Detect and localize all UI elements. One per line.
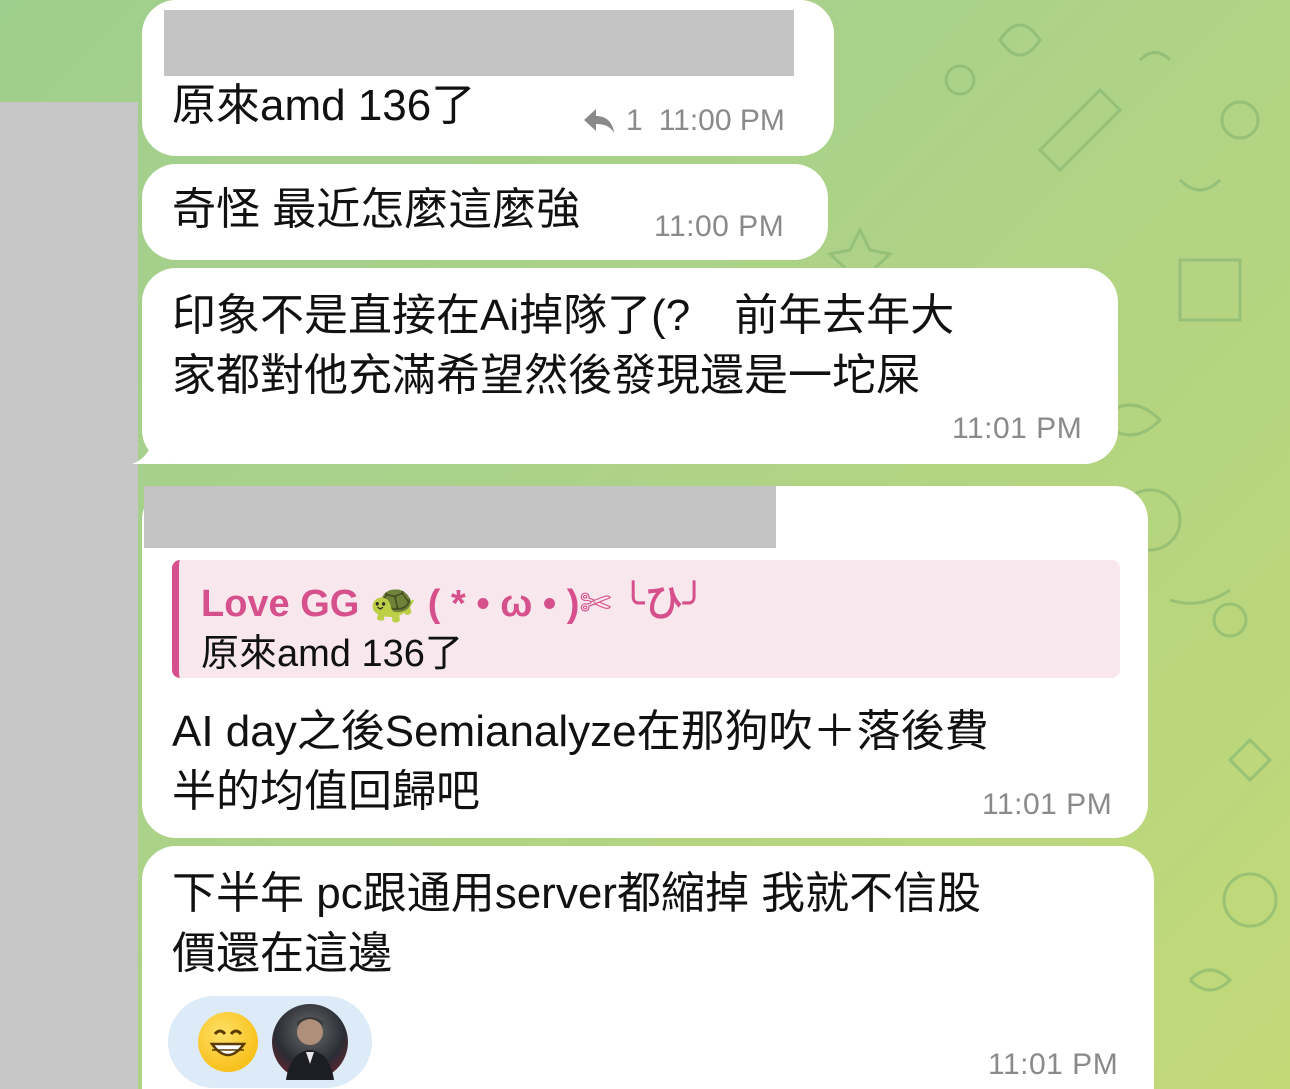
reactor-avatar[interactable]	[272, 1004, 348, 1080]
message-text: 奇怪 最近怎麼這麼強	[172, 185, 581, 234]
reactions-bar[interactable]	[168, 996, 372, 1088]
message-bubble[interactable]: 印象不是直接在Ai掉隊了(? 前年去年大 家都對他充滿希望然後發現還是一坨屎 1…	[142, 268, 1118, 464]
grinning-face-icon	[209, 1029, 247, 1057]
message-text: 印象不是直接在Ai掉隊了(? 前年去年大 家都對他充滿希望然後發現還是一坨屎	[172, 291, 955, 400]
redacted-avatar-column	[0, 102, 138, 1089]
message-bubble[interactable]: 奇怪 最近怎麼這麼強 11:00 PM	[142, 164, 828, 260]
message-time: 11:01 PM	[952, 412, 1083, 445]
message-text: 原來amd 136了	[172, 81, 476, 130]
message-time: 11:00 PM	[658, 104, 785, 137]
grinning-face-emoji	[198, 1012, 258, 1072]
message-time: 11:01 PM	[982, 788, 1113, 821]
user-avatar-icon	[286, 1017, 334, 1080]
message-text: 下半年 pc跟通用server都縮掉 我就不信股 價還在這邊	[172, 869, 982, 978]
quoted-message[interactable]: Love GG 🐢 ( * • ω • )✄ ╰ひ╯ 原來amd 136了	[172, 560, 1120, 678]
quoted-text: 原來amd 136了	[201, 633, 463, 675]
message-time: 11:00 PM	[654, 210, 785, 243]
message-bubble[interactable]: 原來amd 136了 1 11:00 PM	[142, 0, 834, 156]
quoted-sender-name: Love GG 🐢 ( * • ω • )✄ ╰ひ╯	[201, 583, 706, 625]
reply-count[interactable]: 1 11:00 PM	[582, 104, 785, 138]
message-bubble[interactable]: Love GG 🐢 ( * • ω • )✄ ╰ひ╯ 原來amd 136了 AI…	[142, 486, 1148, 838]
reply-arrow-icon	[584, 109, 614, 133]
redacted-sender-name	[144, 486, 776, 548]
reply-count-number: 1	[626, 104, 643, 137]
message-text: AI day之後Semianalyze在那狗吹＋落後費 半的均值回歸吧	[172, 707, 989, 816]
redacted-sender-name	[164, 10, 794, 76]
bubble-tail	[132, 426, 172, 464]
message-time: 11:01 PM	[988, 1048, 1119, 1081]
